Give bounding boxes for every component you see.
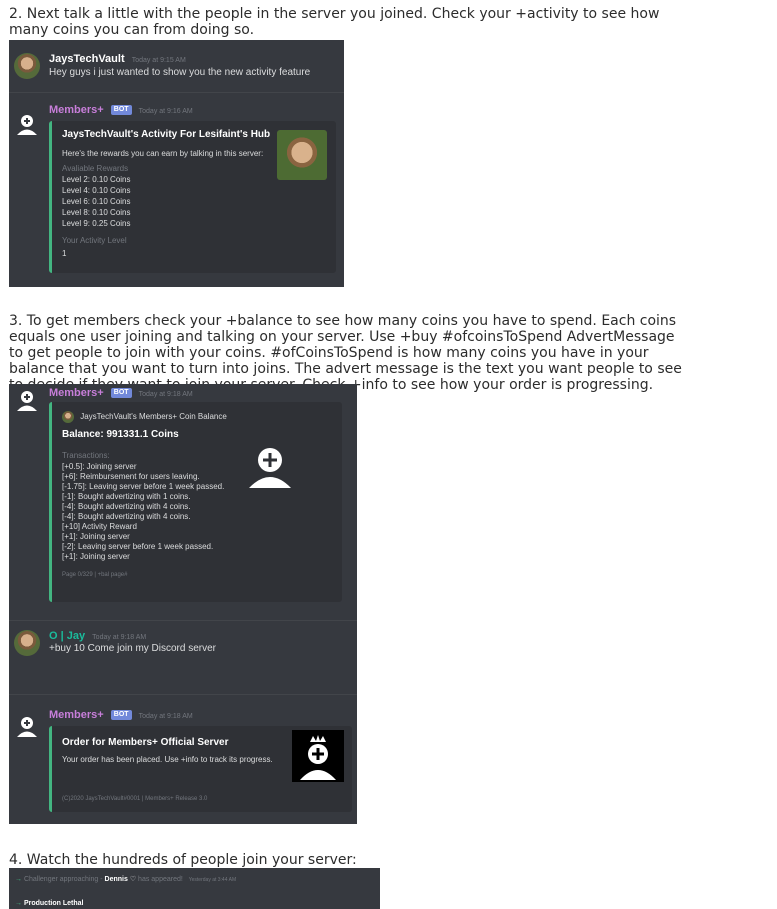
embed-author-text: JaysTechVault's Members+ Coin Balance [80,412,227,421]
embed-title: JaysTechVault's Activity For Lesifaint's… [62,129,271,140]
members-plus-icon [17,391,37,411]
reward-item: Level 4: 0.10 Coins [62,186,131,195]
timestamp: Today at 9:18 AM [138,713,193,720]
person-icon: ♡ [129,876,137,883]
reward-item: Level 9: 0.25 Coins [62,219,131,228]
embed-description: Your order has been placed. Use +info to… [62,755,273,764]
transaction-item: [-4]: Bought advertizing with 4 coins. [62,512,191,521]
author-avatar [62,411,74,423]
activity-level-label: Your Activity Level [62,236,127,245]
join-timestamp: Yesterday at 3:44 AM [188,877,237,883]
step2-line2: many coins you can from doing so. [9,22,255,38]
message-header: JaysTechVault Today at 9:15 AM [49,53,186,65]
step3-line: 3. To get members check your +balance to… [9,313,677,329]
message-header: Members+ BOT Today at 9:16 AM [49,104,193,116]
embed-footer: (C)2020 JaysTechVault#0001 | Members+ Re… [62,796,208,802]
rewards-label: Avaliable Rewards [62,164,129,173]
arrow-right-icon: → [15,900,22,907]
bot-avatar[interactable] [14,112,40,138]
bot-badge: BOT [110,710,132,721]
join-prefix: Challenger approaching - [23,876,103,883]
bot-badge: BOT [110,105,132,116]
bot-badge: BOT [110,388,132,399]
step3-line: to get people to join with your coins. #… [9,345,649,361]
user-message: JaysTechVault Today at 9:15 AM Hey guys … [9,40,344,88]
author-name[interactable]: Members+ [49,387,104,399]
transaction-item: [+6]: Reimbursement for users leaving. [62,472,200,481]
step3-paragraph: 3. To get members check your +balance to… [9,313,771,393]
activity-embed: JaysTechVault's Activity For Lesifaint's… [49,121,336,273]
user-avatar[interactable] [14,630,40,656]
user-photo-thumbnail[interactable] [277,130,327,180]
members-plus-crown-icon [300,735,336,780]
timestamp: Today at 9:16 AM [138,108,193,115]
members-plus-icon [249,448,291,488]
message-header: O | Jay Today at 9:18 AM [49,630,146,642]
step2-paragraph: 2. Next talk a little with the people in… [9,6,771,38]
message-divider [9,92,344,93]
activity-screenshot: JaysTechVault Today at 9:15 AM Hey guys … [9,40,344,287]
timestamp: Today at 9:18 AM [92,634,147,641]
embed-footer: Page 0/329 | +bal page# [62,572,128,578]
balance-embed: JaysTechVault's Members+ Coin Balance Ba… [49,402,342,602]
transaction-item: [-4]: Bought advertizing with 4 coins. [62,502,191,511]
activity-level-value: 1 [62,249,67,258]
transaction-item: [-2]: Leaving server before 1 week passe… [62,542,214,551]
bot-avatar[interactable] [14,714,40,740]
step4-line: 4. Watch the hundreds of people join you… [9,852,357,868]
arrow-right-icon: → [15,876,22,883]
author-name[interactable]: Members+ [49,709,104,721]
reward-item: Level 6: 0.10 Coins [62,197,131,206]
order-embed: Order for Members+ Official Server Your … [49,726,352,812]
members-plus-icon [17,115,37,135]
step2-line1: 2. Next talk a little with the people in… [9,6,660,22]
join-line: → Production Lethal [15,900,83,907]
author-name[interactable]: O | Jay [49,630,85,642]
join-line: → Challenger approaching - Dennis ♡ has … [15,875,236,883]
message-text: +buy 10 Come join my Discord server [49,643,217,654]
members-plus-thumbnail[interactable] [245,442,295,492]
timestamp: Today at 9:18 AM [138,391,193,398]
message-divider [9,620,357,621]
bot-avatar[interactable] [14,388,40,414]
step4-paragraph: 4. Watch the hundreds of people join you… [9,852,771,868]
members-plus-icon [17,717,37,737]
message-header: Members+ BOT Today at 9:18 AM [49,387,193,399]
reward-item: Level 8: 0.10 Coins [62,208,131,217]
message-text: Hey guys i just wanted to show you the n… [49,67,311,78]
server-thumbnail[interactable] [292,730,344,782]
balance-title: Balance: 991331.1 Coins [62,429,179,440]
embed-author: JaysTechVault's Members+ Coin Balance [62,411,227,423]
timestamp: Today at 9:15 AM [131,57,186,64]
transaction-item: [-1.75]: Leaving server before 1 week pa… [62,482,225,491]
transactions-label: Transactions: [62,451,110,460]
joins-screenshot: → Challenger approaching - Dennis ♡ has … [9,868,380,909]
author-name[interactable]: Members+ [49,104,104,116]
join-suffix: has appeared! [138,876,183,883]
reward-item: Level 2: 0.10 Coins [62,175,131,184]
transaction-item: [+10] Activity Reward [62,522,137,531]
join-username[interactable]: Dennis [105,876,128,883]
embed-title: Order for Members+ Official Server [62,737,229,748]
embed-description: Here's the rewards you can earn by talki… [62,149,264,158]
message-header: Members+ BOT Today at 9:18 AM [49,709,193,721]
transaction-item: [+1]: Joining server [62,532,130,541]
step3-line: balance that you want to turn into joins… [9,361,682,377]
step3-line: equals one user joining and talking on y… [9,329,675,345]
balance-order-screenshot: Members+ BOT Today at 9:18 AM JaysTechVa… [9,384,357,824]
transaction-item: [+0.5]: Joining server [62,462,137,471]
message-divider [9,694,357,695]
user-avatar[interactable] [14,53,40,79]
join-text: Production Lethal [23,900,84,907]
author-name[interactable]: JaysTechVault [49,53,125,65]
transaction-item: [+1]: Joining server [62,552,130,561]
transaction-item: [-1]: Bought advertizing with 1 coins. [62,492,191,501]
